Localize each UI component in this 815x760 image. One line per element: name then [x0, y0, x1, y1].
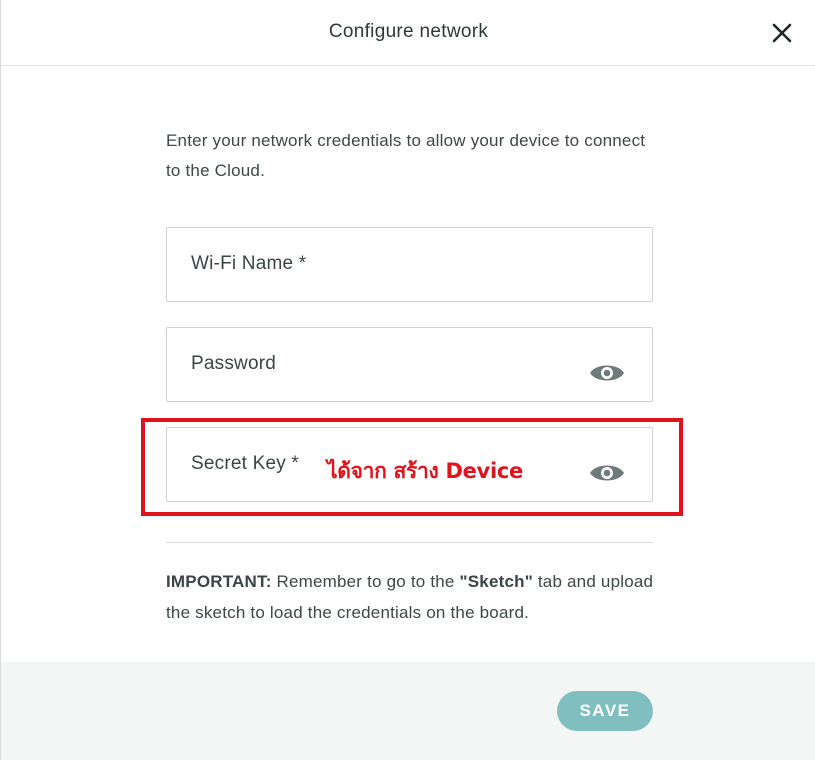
intro-text: Enter your network credentials to allow …	[166, 131, 646, 180]
password-field[interactable]: Password	[166, 327, 656, 403]
dialog-footer	[1, 662, 815, 760]
wifi-name-field[interactable]: Wi-Fi Name *	[166, 227, 656, 303]
password-visibility-toggle[interactable]	[589, 362, 625, 384]
password-input[interactable]	[167, 328, 656, 403]
close-icon	[772, 23, 792, 43]
wifi-name-input[interactable]	[167, 228, 656, 303]
configure-network-dialog: Configure network Enter your network cre…	[0, 0, 815, 760]
divider	[166, 542, 653, 543]
annotation-text: ได้จาก สร้าง Device	[327, 459, 523, 483]
dialog-title: Configure network	[328, 21, 489, 42]
important-note: IMPORTANT: Remember to go to the "Sketch…	[166, 566, 666, 628]
eye-icon	[590, 365, 624, 381]
save-button[interactable]: SAVE	[557, 691, 653, 731]
close-button[interactable]	[769, 20, 795, 46]
important-prefix: IMPORTANT:	[166, 572, 272, 591]
dialog-header: Configure network	[1, 0, 815, 66]
important-tab-name: "Sketch"	[459, 572, 533, 591]
important-text-1: Remember to go to the	[271, 572, 460, 591]
